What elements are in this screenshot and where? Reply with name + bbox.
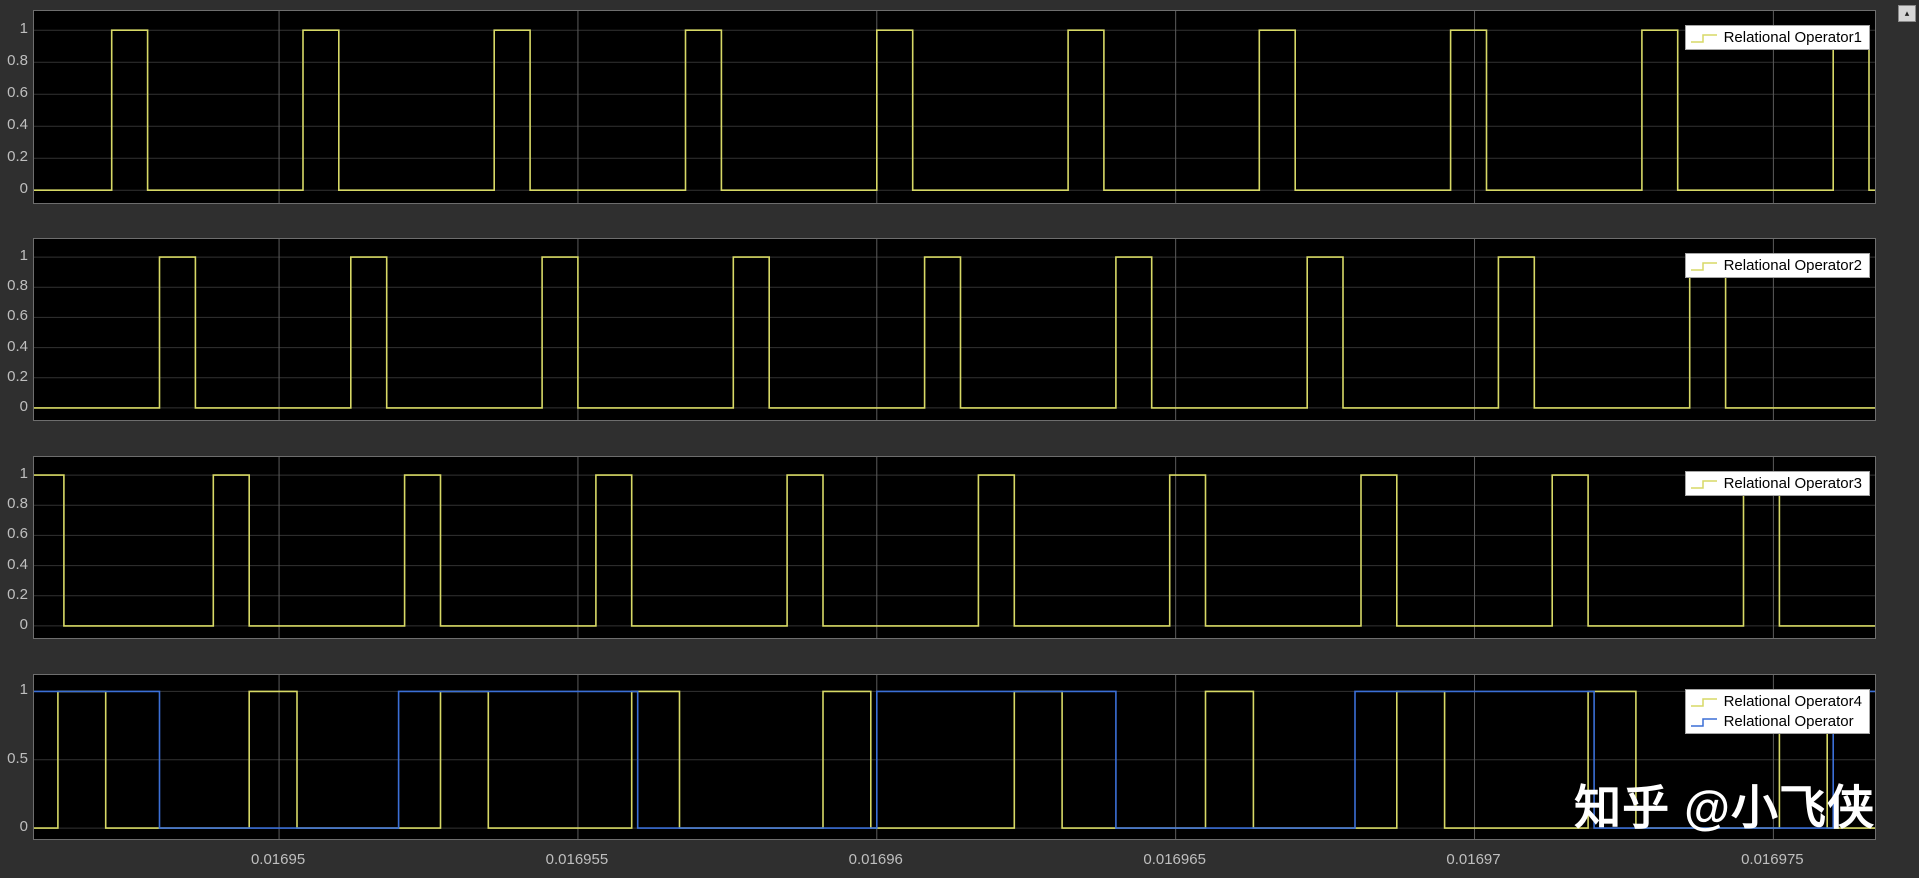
- legend-entry[interactable]: Relational Operator2: [1689, 256, 1862, 275]
- y-tick-label: 0.6: [7, 307, 28, 325]
- legend-entry[interactable]: Relational Operator3: [1689, 474, 1862, 493]
- x-tick-label: 0.016965: [1143, 851, 1206, 868]
- x-tick-label: 0.01697: [1446, 851, 1501, 868]
- scope-window: ▴ 知乎 @小飞侠 1 0.8 0.6 0.4 0.2 0 Relational Opera…: [0, 0, 1919, 878]
- legend-label: Relational Operator2: [1723, 257, 1862, 274]
- y-tick-label: 1: [19, 465, 28, 483]
- restore-window-icon[interactable]: ▴: [1898, 5, 1916, 22]
- y-tick-label: 0.8: [7, 495, 28, 513]
- y-tick-label: 0.4: [7, 116, 28, 134]
- y-tick-label: 0: [19, 397, 28, 415]
- y-tick-label: 0.5: [7, 749, 28, 767]
- y-tick-label: 1: [19, 20, 28, 38]
- x-tick-label: 0.01696: [848, 851, 903, 868]
- legend-entry[interactable]: Relational Operator: [1689, 712, 1862, 731]
- legend-step-icon: [1690, 261, 1717, 271]
- x-tick-label: 0.016955: [545, 851, 609, 868]
- plot-canvas: [34, 11, 1875, 203]
- plot-canvas: [34, 239, 1875, 420]
- legend[interactable]: Relational Operator1: [1684, 25, 1870, 50]
- y-tick-label: 0.2: [7, 585, 28, 603]
- scope-plot-1[interactable]: Relational Operator1: [33, 10, 1876, 204]
- y-tick-label: 0.6: [7, 525, 28, 543]
- y-tick-label: 0.2: [7, 148, 28, 166]
- legend-entry[interactable]: Relational Operator1: [1689, 28, 1862, 47]
- y-tick-label: 1: [19, 247, 28, 265]
- y-tick-label: 0.2: [7, 367, 28, 385]
- y-tick-label: 1: [19, 681, 28, 699]
- legend-label: Relational Operator4: [1723, 693, 1862, 710]
- x-tick-label: 0.016975: [1741, 851, 1804, 868]
- waveform-relational-operator3: [34, 474, 1875, 627]
- scope-plot-3[interactable]: Relational Operator3: [33, 456, 1876, 639]
- legend-label: Relational Operator3: [1723, 475, 1862, 492]
- y-tick-label: 0.8: [7, 277, 28, 295]
- y-tick-label: 0.4: [7, 337, 28, 355]
- plot-canvas: [34, 675, 1875, 839]
- legend[interactable]: Relational Operator4 Relational Operator: [1684, 689, 1870, 734]
- legend-step-icon: [1690, 33, 1717, 43]
- legend-step-icon: [1690, 717, 1717, 727]
- waveform-relational-operator2: [34, 256, 1875, 409]
- legend-step-icon: [1690, 697, 1717, 707]
- plot-canvas: [34, 457, 1875, 638]
- y-tick-label: 0.8: [7, 52, 28, 70]
- scope-plot-4[interactable]: Relational Operator4 Relational Operator: [33, 674, 1876, 840]
- legend-entry[interactable]: Relational Operator4: [1689, 692, 1862, 711]
- legend-step-icon: [1690, 479, 1717, 489]
- y-tick-label: 0.6: [7, 84, 28, 102]
- x-tick-label: 0.01695: [250, 851, 306, 868]
- y-tick-label: 0.4: [7, 555, 28, 573]
- legend[interactable]: Relational Operator2: [1684, 253, 1870, 278]
- waveform-relational-operator1: [34, 29, 1875, 191]
- y-tick-label: 0: [19, 180, 28, 198]
- y-tick-label: 0: [19, 818, 28, 836]
- legend[interactable]: Relational Operator3: [1684, 471, 1870, 496]
- y-tick-label: 0: [19, 615, 28, 633]
- legend-label: Relational Operator1: [1723, 29, 1862, 46]
- scope-plot-2[interactable]: Relational Operator2: [33, 238, 1876, 421]
- legend-label: Relational Operator: [1723, 713, 1854, 730]
